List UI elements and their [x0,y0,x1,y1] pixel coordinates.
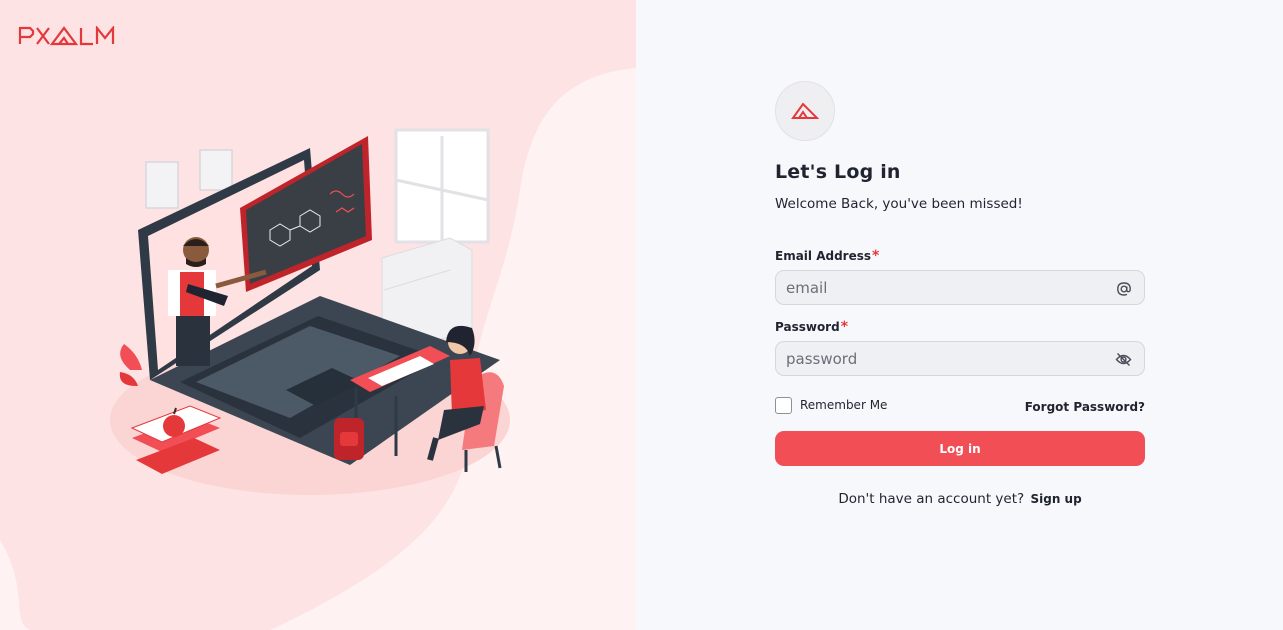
hero-panel [0,0,636,630]
signup-prompt: Don't have an account yet? [838,491,1025,507]
forgot-password-link[interactable]: Forgot Password? [1025,400,1145,414]
online-class-illustration [110,128,510,495]
email-input[interactable] [776,271,1144,304]
remember-me-label: Remember Me [800,398,888,412]
options-row: Remember Me Forgot Password? [775,396,1145,414]
at-icon [1115,280,1132,297]
page-title: Let's Log in [775,161,901,183]
login-button[interactable]: Log in [775,431,1145,466]
eye-off-icon[interactable] [1115,351,1132,368]
required-mark: * [872,248,880,264]
email-label: Email Address* [775,248,1145,264]
required-mark: * [840,319,849,335]
brand-logo [18,24,142,46]
remember-me-checkbox[interactable] [775,396,792,414]
email-field [775,270,1145,305]
password-label-text: Password [775,320,840,334]
password-input[interactable] [776,342,1144,375]
signup-link[interactable]: Sign up [1030,492,1081,506]
signup-row: Don't have an account yet? Sign up [775,491,1145,507]
login-form: Let's Log in Welcome Back, you've been m… [775,81,1145,507]
login-panel: Let's Log in Welcome Back, you've been m… [636,0,1283,630]
mountain-logo-icon [791,102,819,119]
remember-me[interactable]: Remember Me [775,396,888,414]
email-label-text: Email Address [775,249,872,263]
brand-badge [775,81,835,141]
password-field [775,341,1145,376]
page-subtitle: Welcome Back, you've been missed! [775,196,1023,212]
password-label: Password* [775,319,1145,335]
